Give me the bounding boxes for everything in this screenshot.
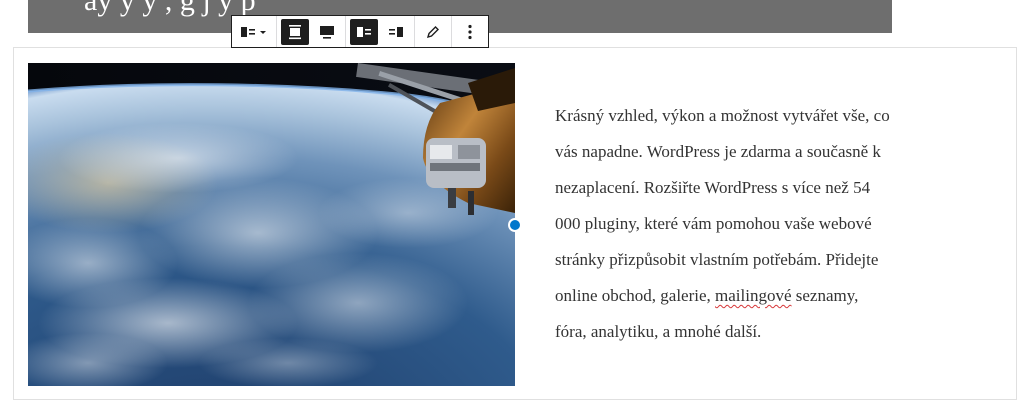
- earth-space-station-image: [28, 63, 515, 386]
- text-line: 000 pluginy, které vám pomohou vaše webo…: [555, 214, 872, 233]
- text-line: Krásný vzhled, výkon a možnost vytvářet …: [555, 106, 890, 125]
- align-full-icon: [320, 25, 334, 39]
- more-options-button[interactable]: [456, 19, 484, 45]
- media-left-button[interactable]: [350, 18, 378, 45]
- media-text-content[interactable]: Krásný vzhled, výkon a možnost vytvářet …: [555, 98, 975, 350]
- media-text-icon: [241, 26, 266, 37]
- media-right-icon: [389, 26, 403, 37]
- text-line: vás napadne. WordPress je zdarma a souča…: [555, 142, 881, 161]
- media-right-button[interactable]: [382, 19, 410, 45]
- editor-canvas: ay y y , g j y p Krásný vzhled, výkon a …: [0, 0, 1024, 414]
- text-line: nezaplacení. Rozšiřte WordPress s více n…: [555, 178, 871, 197]
- block-toolbar: [231, 15, 489, 48]
- align-wide-icon: [289, 24, 301, 39]
- edit-image-button[interactable]: [419, 19, 447, 45]
- media-resize-handle[interactable]: [508, 218, 522, 232]
- pencil-icon: [426, 25, 439, 38]
- more-vertical-icon: [468, 24, 472, 39]
- media-left-icon: [357, 26, 371, 37]
- spellcheck-word[interactable]: mailingové: [715, 286, 791, 305]
- align-wide-button[interactable]: [281, 18, 309, 45]
- cover-heading-text[interactable]: ay y y , g j y p: [84, 0, 256, 18]
- text-line: online obchod, galerie,: [555, 286, 716, 305]
- text-line: stránky přizpůsobit vlastním potřebám. P…: [555, 250, 879, 269]
- media-image[interactable]: [28, 63, 515, 386]
- content-paragraph[interactable]: Krásný vzhled, výkon a možnost vytvářet …: [555, 98, 975, 350]
- align-full-button[interactable]: [313, 19, 341, 45]
- text-line: fóra, analytiku, a mnohé další.: [555, 322, 762, 341]
- chevron-down-icon: [260, 30, 266, 34]
- text-line: seznamy,: [791, 286, 859, 305]
- block-type-switcher-button[interactable]: [236, 19, 272, 45]
